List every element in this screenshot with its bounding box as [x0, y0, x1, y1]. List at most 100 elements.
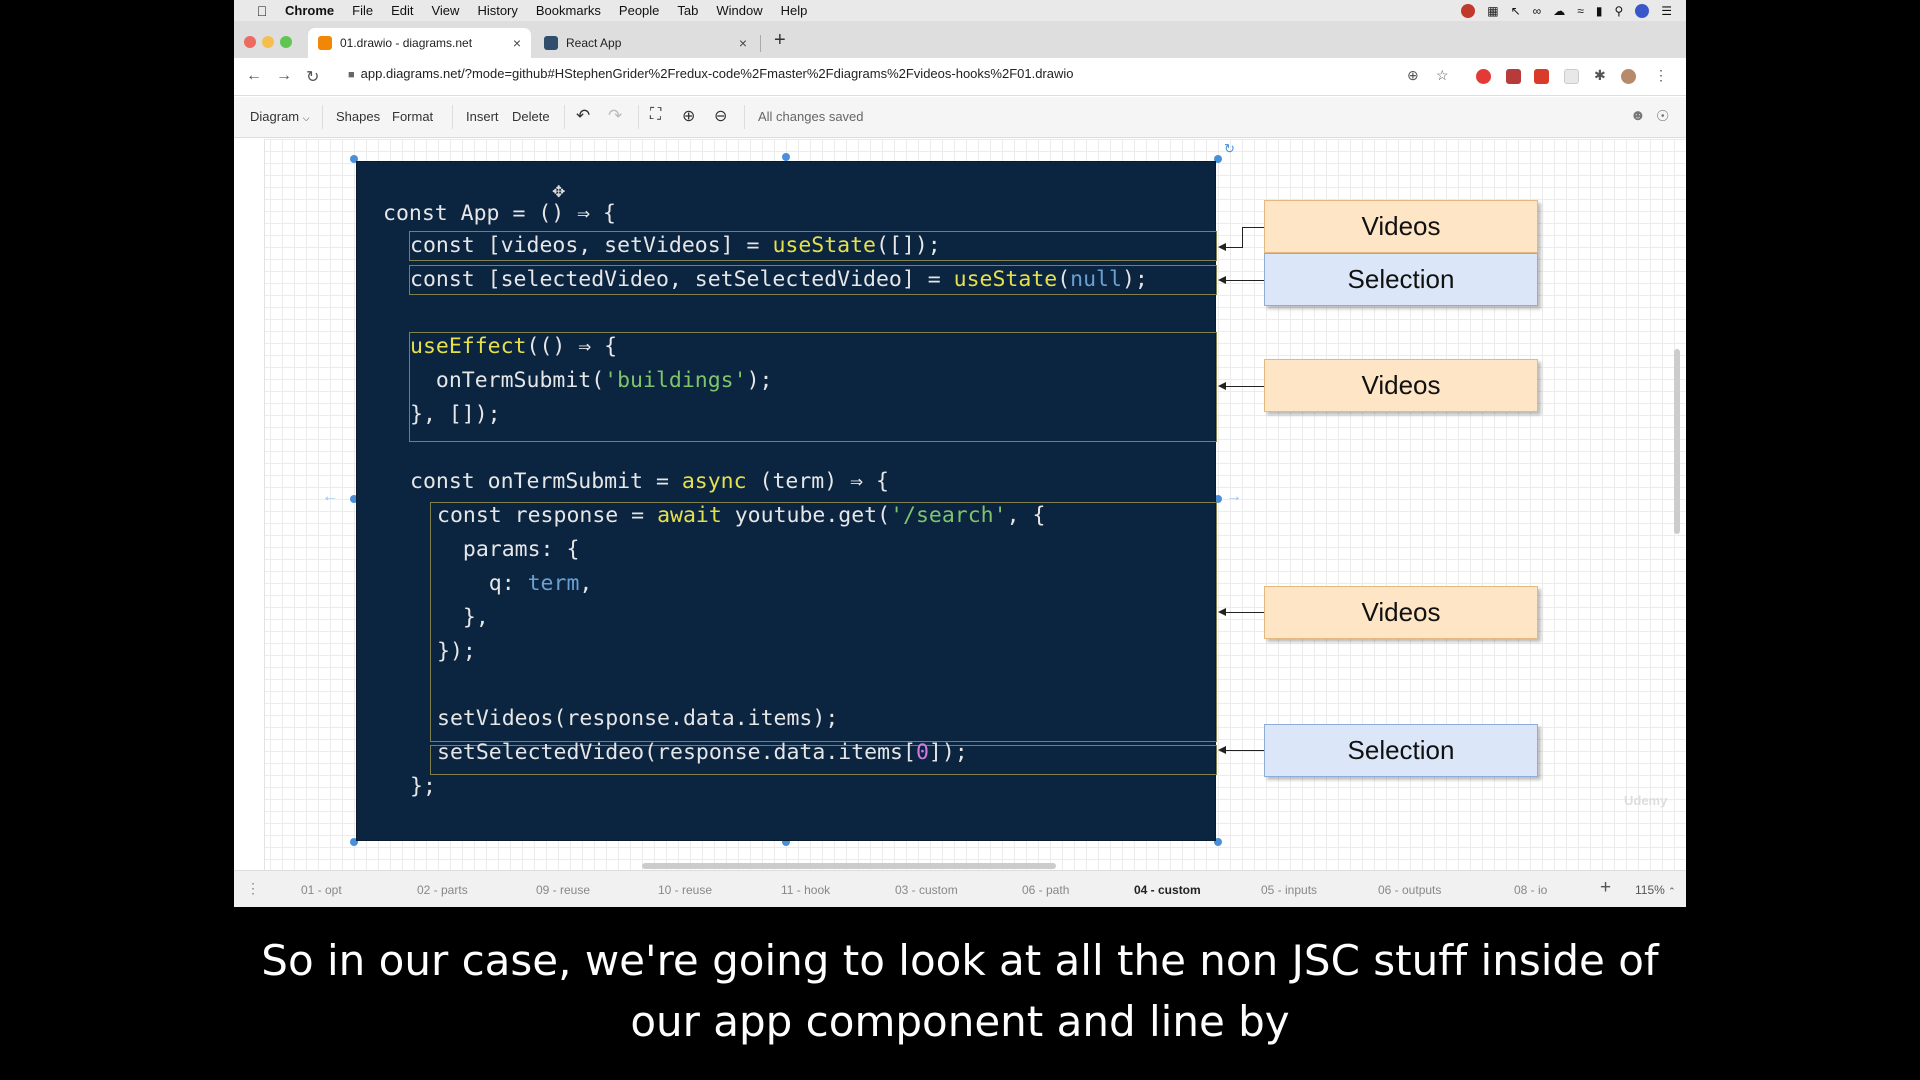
videos-label-box[interactable]: Videos: [1264, 200, 1538, 253]
new-tab-icon[interactable]: +: [774, 29, 786, 52]
page-tab[interactable]: 06 - outputs: [1378, 883, 1441, 897]
profile-avatar[interactable]: [1621, 69, 1636, 84]
resize-handle[interactable]: [782, 153, 790, 161]
videos-label-box[interactable]: Videos: [1264, 586, 1538, 639]
zoom-out-icon[interactable]: ⊖: [714, 106, 727, 126]
opera-extension-icon[interactable]: [1476, 69, 1491, 84]
code-line: const App = () ⇒ {: [383, 201, 616, 226]
connector-line: [1226, 750, 1264, 751]
zoom-level[interactable]: 115% ⌃: [1635, 883, 1676, 897]
page-tab[interactable]: 11 - hook: [781, 883, 830, 897]
menu-help[interactable]: Help: [772, 3, 817, 18]
rotate-handle-icon[interactable]: ↻: [1224, 141, 1235, 157]
window-minimize-button[interactable]: [262, 36, 274, 48]
bookmark-star-icon[interactable]: ☆: [1436, 67, 1449, 84]
connect-arrow-left-icon[interactable]: ←: [322, 488, 338, 506]
menu-app-name[interactable]: Chrome: [276, 3, 343, 18]
tab-close-icon[interactable]: ×: [513, 35, 521, 51]
page-tab[interactable]: 03 - custom: [895, 883, 958, 897]
code-token: ([]);: [876, 233, 941, 258]
code-token: useState: [772, 233, 876, 258]
extension-icon[interactable]: [1534, 69, 1549, 84]
menu-window[interactable]: Window: [707, 3, 771, 18]
macos-menubar:  Chrome File Edit View History Bookmark…: [234, 0, 1686, 21]
page-tab[interactable]: 08 - io: [1514, 883, 1547, 897]
window-zoom-button[interactable]: [280, 36, 292, 48]
url-field[interactable]: ■ app.diagrams.net/?mode=github#HStephenG…: [348, 66, 1074, 81]
back-icon[interactable]: ←: [246, 67, 262, 85]
glasses-icon[interactable]: ∞: [1533, 4, 1542, 18]
save-status: All changes saved: [758, 109, 864, 124]
page-tab[interactable]: 02 - parts: [417, 883, 468, 897]
zoom-in-icon[interactable]: ⊕: [682, 106, 695, 126]
wifi-icon[interactable]: ≈: [1577, 4, 1584, 18]
cloud-icon[interactable]: ☁: [1553, 4, 1565, 18]
code-token: youtube.get(: [721, 503, 891, 528]
battery-icon[interactable]: ▮: [1596, 4, 1603, 18]
menu-bookmarks[interactable]: Bookmarks: [527, 3, 610, 18]
page-tab[interactable]: 10 - reuse: [658, 883, 712, 897]
lock-icon[interactable]: ■: [348, 69, 355, 81]
selection-label-box[interactable]: Selection: [1264, 724, 1538, 777]
user-icon[interactable]: ☻: [1630, 107, 1646, 124]
code-token: );: [746, 368, 773, 393]
delete-button[interactable]: Delete: [512, 109, 550, 124]
code-block-shape[interactable]: const App = () ⇒ { const [videos, setVid…: [356, 161, 1217, 841]
code-token: '/search': [890, 503, 1007, 528]
cursor-icon[interactable]: ↖: [1511, 4, 1521, 18]
code-line: },: [437, 605, 489, 630]
apple-icon[interactable]: : [248, 3, 276, 19]
add-page-icon[interactable]: +: [1600, 877, 1611, 899]
chevron-up-icon: ⌃: [1668, 886, 1676, 896]
page-tab[interactable]: 09 - reuse: [536, 883, 590, 897]
page-tab[interactable]: 06 - path: [1022, 883, 1069, 897]
vertical-scrollbar[interactable]: [1674, 349, 1680, 534]
menu-edit[interactable]: Edit: [382, 3, 422, 18]
undo-icon[interactable]: ↶: [576, 106, 590, 126]
diagram-canvas[interactable]: ↻ ← → const App = () ⇒ { const [videos, …: [234, 139, 1686, 870]
extension-icon[interactable]: [1564, 69, 1579, 84]
canvas-left-rail: [234, 139, 265, 870]
horizontal-scrollbar[interactable]: [642, 863, 1056, 869]
code-line: const onTermSubmit = async (term) ⇒ {: [410, 465, 889, 499]
connect-arrow-right-icon[interactable]: →: [1226, 488, 1242, 506]
record-icon[interactable]: [1461, 3, 1476, 18]
page-tab[interactable]: 01 - opt: [301, 883, 342, 897]
menu-view[interactable]: View: [422, 3, 468, 18]
spotlight-icon[interactable]: ⚲: [1614, 4, 1623, 18]
kebab-menu-icon[interactable]: ⋮: [1654, 67, 1668, 84]
menu-tab[interactable]: Tab: [668, 3, 707, 18]
diagram-menu[interactable]: Diagram ⌵: [250, 109, 310, 124]
forward-icon[interactable]: →: [276, 67, 292, 85]
tab-react-app[interactable]: React App ×: [534, 28, 757, 58]
menu-history[interactable]: History: [468, 3, 526, 18]
puzzle-icon[interactable]: ✱: [1594, 67, 1606, 84]
pages-menu-icon[interactable]: ⋮: [246, 880, 260, 897]
docker-icon[interactable]: ▦: [1487, 4, 1498, 18]
selection-label-box[interactable]: Selection: [1264, 253, 1538, 306]
connector-line: [1226, 247, 1242, 248]
menu-file[interactable]: File: [343, 3, 382, 18]
code-line: const response = await youtube.get('/sea…: [437, 499, 1045, 533]
screen-recording:  Chrome File Edit View History Bookmark…: [234, 0, 1686, 907]
reload-icon[interactable]: ↻: [306, 67, 319, 87]
page-tab-active[interactable]: 04 - custom: [1134, 883, 1201, 897]
tab-close-icon[interactable]: ×: [739, 35, 747, 51]
extension-icon[interactable]: [1506, 69, 1521, 84]
page-tab[interactable]: 05 - inputs: [1261, 883, 1317, 897]
window-close-button[interactable]: [244, 36, 256, 48]
install-icon[interactable]: ⊕: [1407, 67, 1419, 84]
videos-label-box[interactable]: Videos: [1264, 359, 1538, 412]
notification-center-icon[interactable]: ☰: [1661, 4, 1672, 18]
menu-people[interactable]: People: [610, 3, 668, 18]
fullscreen-icon[interactable]: ⛶: [650, 106, 661, 124]
shapes-button[interactable]: Shapes: [336, 109, 380, 124]
code-token: const response =: [437, 503, 658, 528]
globe-icon[interactable]: ☉: [1656, 107, 1669, 125]
redo-icon[interactable]: ↷: [608, 106, 622, 126]
insert-button[interactable]: Insert: [466, 109, 499, 124]
tab-drawio[interactable]: 01.drawio - diagrams.net ×: [308, 28, 531, 58]
code-token: 'buildings': [604, 368, 747, 393]
format-button[interactable]: Format: [392, 109, 433, 124]
siri-icon[interactable]: [1635, 3, 1650, 18]
